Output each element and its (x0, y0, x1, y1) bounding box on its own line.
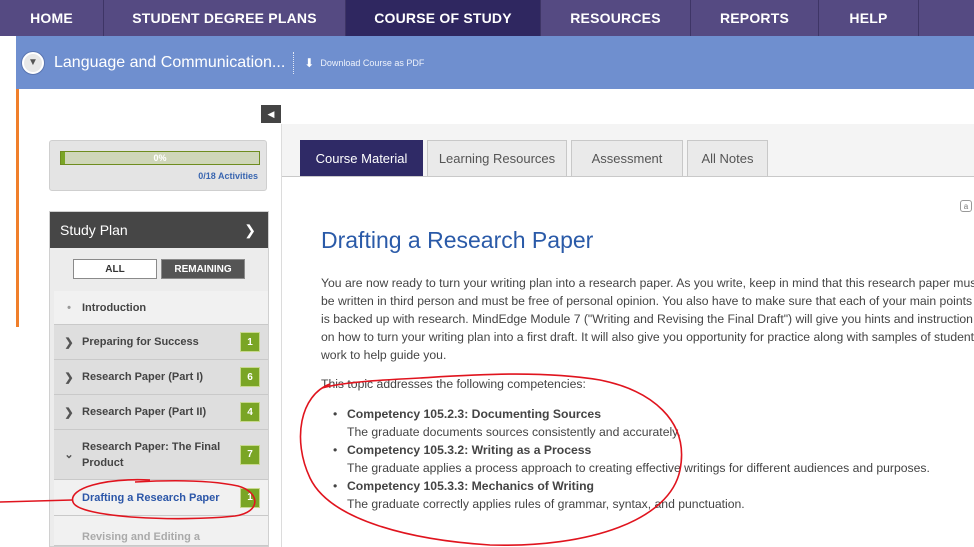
nav-help[interactable]: HELP (819, 0, 919, 36)
activities-count[interactable]: 0/18 Activities (198, 171, 258, 181)
study-plan-item-label: Research Paper: The Final Product (82, 440, 221, 469)
accent-strip (16, 89, 19, 327)
activity-count-badge: 1 (240, 332, 260, 352)
study-plan-item-label: Drafting a Research Paper (82, 491, 220, 504)
competency-description: The graduate applies a process approach … (347, 461, 930, 475)
content-tabs: Course Material Learning Resources Asses… (300, 140, 772, 176)
chevron-right-icon: ❯ (64, 406, 74, 419)
competency-title: Competency 105.3.2: Writing as a Process (347, 443, 592, 457)
activity-count-badge: 1 (240, 487, 260, 508)
chevron-right-icon: ❯ (64, 336, 74, 349)
study-plan-item-part-2[interactable]: ❯ Research Paper (Part II) 4 (54, 395, 268, 430)
study-plan-item-label: Introduction (82, 301, 147, 314)
study-plan-item-label: Research Paper (Part I) (82, 371, 204, 383)
study-plan-item-final-product[interactable]: ⌄ Research Paper: The Final Product 7 (54, 430, 268, 480)
chevron-down-circle-icon[interactable]: ▼ (22, 51, 44, 74)
study-plan-item-part-1[interactable]: ❯ Research Paper (Part I) 6 (54, 360, 268, 395)
competency-item: Competency 105.3.3: Mechanics of Writing… (331, 477, 971, 513)
caret-left-icon[interactable]: ◀ (261, 105, 281, 123)
chevron-right-icon: ❯ (64, 371, 74, 384)
sidebar-divider (281, 124, 282, 547)
competency-title: Competency 105.3.3: Mechanics of Writing (347, 479, 594, 493)
note-icon[interactable]: a (960, 200, 972, 212)
study-plan-filter: ALL REMAINING (50, 248, 268, 290)
header-divider (293, 51, 295, 74)
tab-learning-resources[interactable]: Learning Resources (427, 140, 567, 176)
nav-student-degree-plans[interactable]: STUDENT DEGREE PLANS (104, 0, 346, 36)
competency-item: Competency 105.3.2: Writing as a Process… (331, 441, 971, 477)
progress-panel: 0% 0/18 Activities (49, 140, 267, 191)
nav-student-degree-plans-label: STUDENT DEGREE PLANS (132, 10, 317, 26)
chevron-right-icon: ❯ (244, 221, 256, 238)
course-title[interactable]: Language and Communication... (54, 54, 285, 72)
tab-all-notes[interactable]: All Notes (687, 140, 768, 176)
nav-home-label: HOME (30, 10, 73, 26)
nav-course-of-study-label: COURSE OF STUDY (374, 10, 512, 26)
competency-title: Competency 105.2.3: Documenting Sources (347, 407, 601, 421)
tab-assessment[interactable]: Assessment (571, 140, 683, 176)
tab-course-material[interactable]: Course Material (300, 140, 423, 176)
progress-percent: 0% (153, 153, 167, 163)
study-plan-item-revising[interactable]: Revising and Editing a (54, 516, 268, 546)
nav-extra[interactable] (919, 0, 974, 36)
course-header: ▼ Language and Communication... ⬇ Downlo… (16, 36, 974, 89)
study-plan-panel: Study Plan ❯ ALL REMAINING • Introductio… (49, 211, 269, 547)
filter-all-button[interactable]: ALL (73, 259, 157, 279)
download-course-link[interactable]: Download Course as PDF (320, 58, 424, 68)
nav-help-label: HELP (849, 10, 888, 26)
activity-count-badge: 7 (240, 444, 260, 465)
nav-home[interactable]: HOME (0, 0, 104, 36)
study-plan-item-label: Revising and Editing a (82, 531, 200, 543)
nav-resources[interactable]: RESOURCES (541, 0, 691, 36)
nav-reports-label: REPORTS (719, 10, 790, 26)
study-plan-item-label: Research Paper (Part II) (82, 406, 207, 418)
tab-rule (282, 176, 974, 177)
study-plan-header[interactable]: Study Plan ❯ (50, 212, 268, 248)
activity-count-badge: 6 (240, 367, 260, 387)
competency-list: Competency 105.2.3: Documenting Sources … (331, 405, 971, 513)
competency-description: The graduate documents sources consisten… (347, 425, 681, 439)
chevron-down-icon: ⌄ (64, 449, 74, 461)
page-title: Drafting a Research Paper (321, 227, 594, 253)
competency-item: Competency 105.2.3: Documenting Sources … (331, 405, 971, 441)
nav-reports[interactable]: REPORTS (691, 0, 819, 36)
intro-paragraph: You are now ready to turn your writing p… (321, 276, 974, 362)
study-plan-item-drafting[interactable]: Drafting a Research Paper 1 (54, 480, 268, 516)
filter-remaining-button[interactable]: REMAINING (161, 259, 245, 279)
competency-description: The graduate correctly applies rules of … (347, 497, 745, 511)
download-icon[interactable]: ⬇ (304, 56, 314, 70)
progress-bar: 0% (60, 151, 260, 165)
top-nav: HOME STUDENT DEGREE PLANS COURSE OF STUD… (0, 0, 974, 36)
study-plan-item-label: Preparing for Success (82, 336, 199, 348)
bullet-dot-icon: • (67, 301, 71, 314)
study-plan-item-preparing[interactable]: ❯ Preparing for Success 1 (54, 325, 268, 360)
study-plan-title: Study Plan (60, 222, 128, 238)
competencies-intro: This topic addresses the following compe… (321, 377, 586, 391)
study-plan-item-introduction[interactable]: • Introduction (54, 291, 268, 325)
nav-resources-label: RESOURCES (570, 10, 661, 26)
nav-course-of-study[interactable]: COURSE OF STUDY (346, 0, 541, 36)
activity-count-badge: 4 (240, 402, 260, 422)
